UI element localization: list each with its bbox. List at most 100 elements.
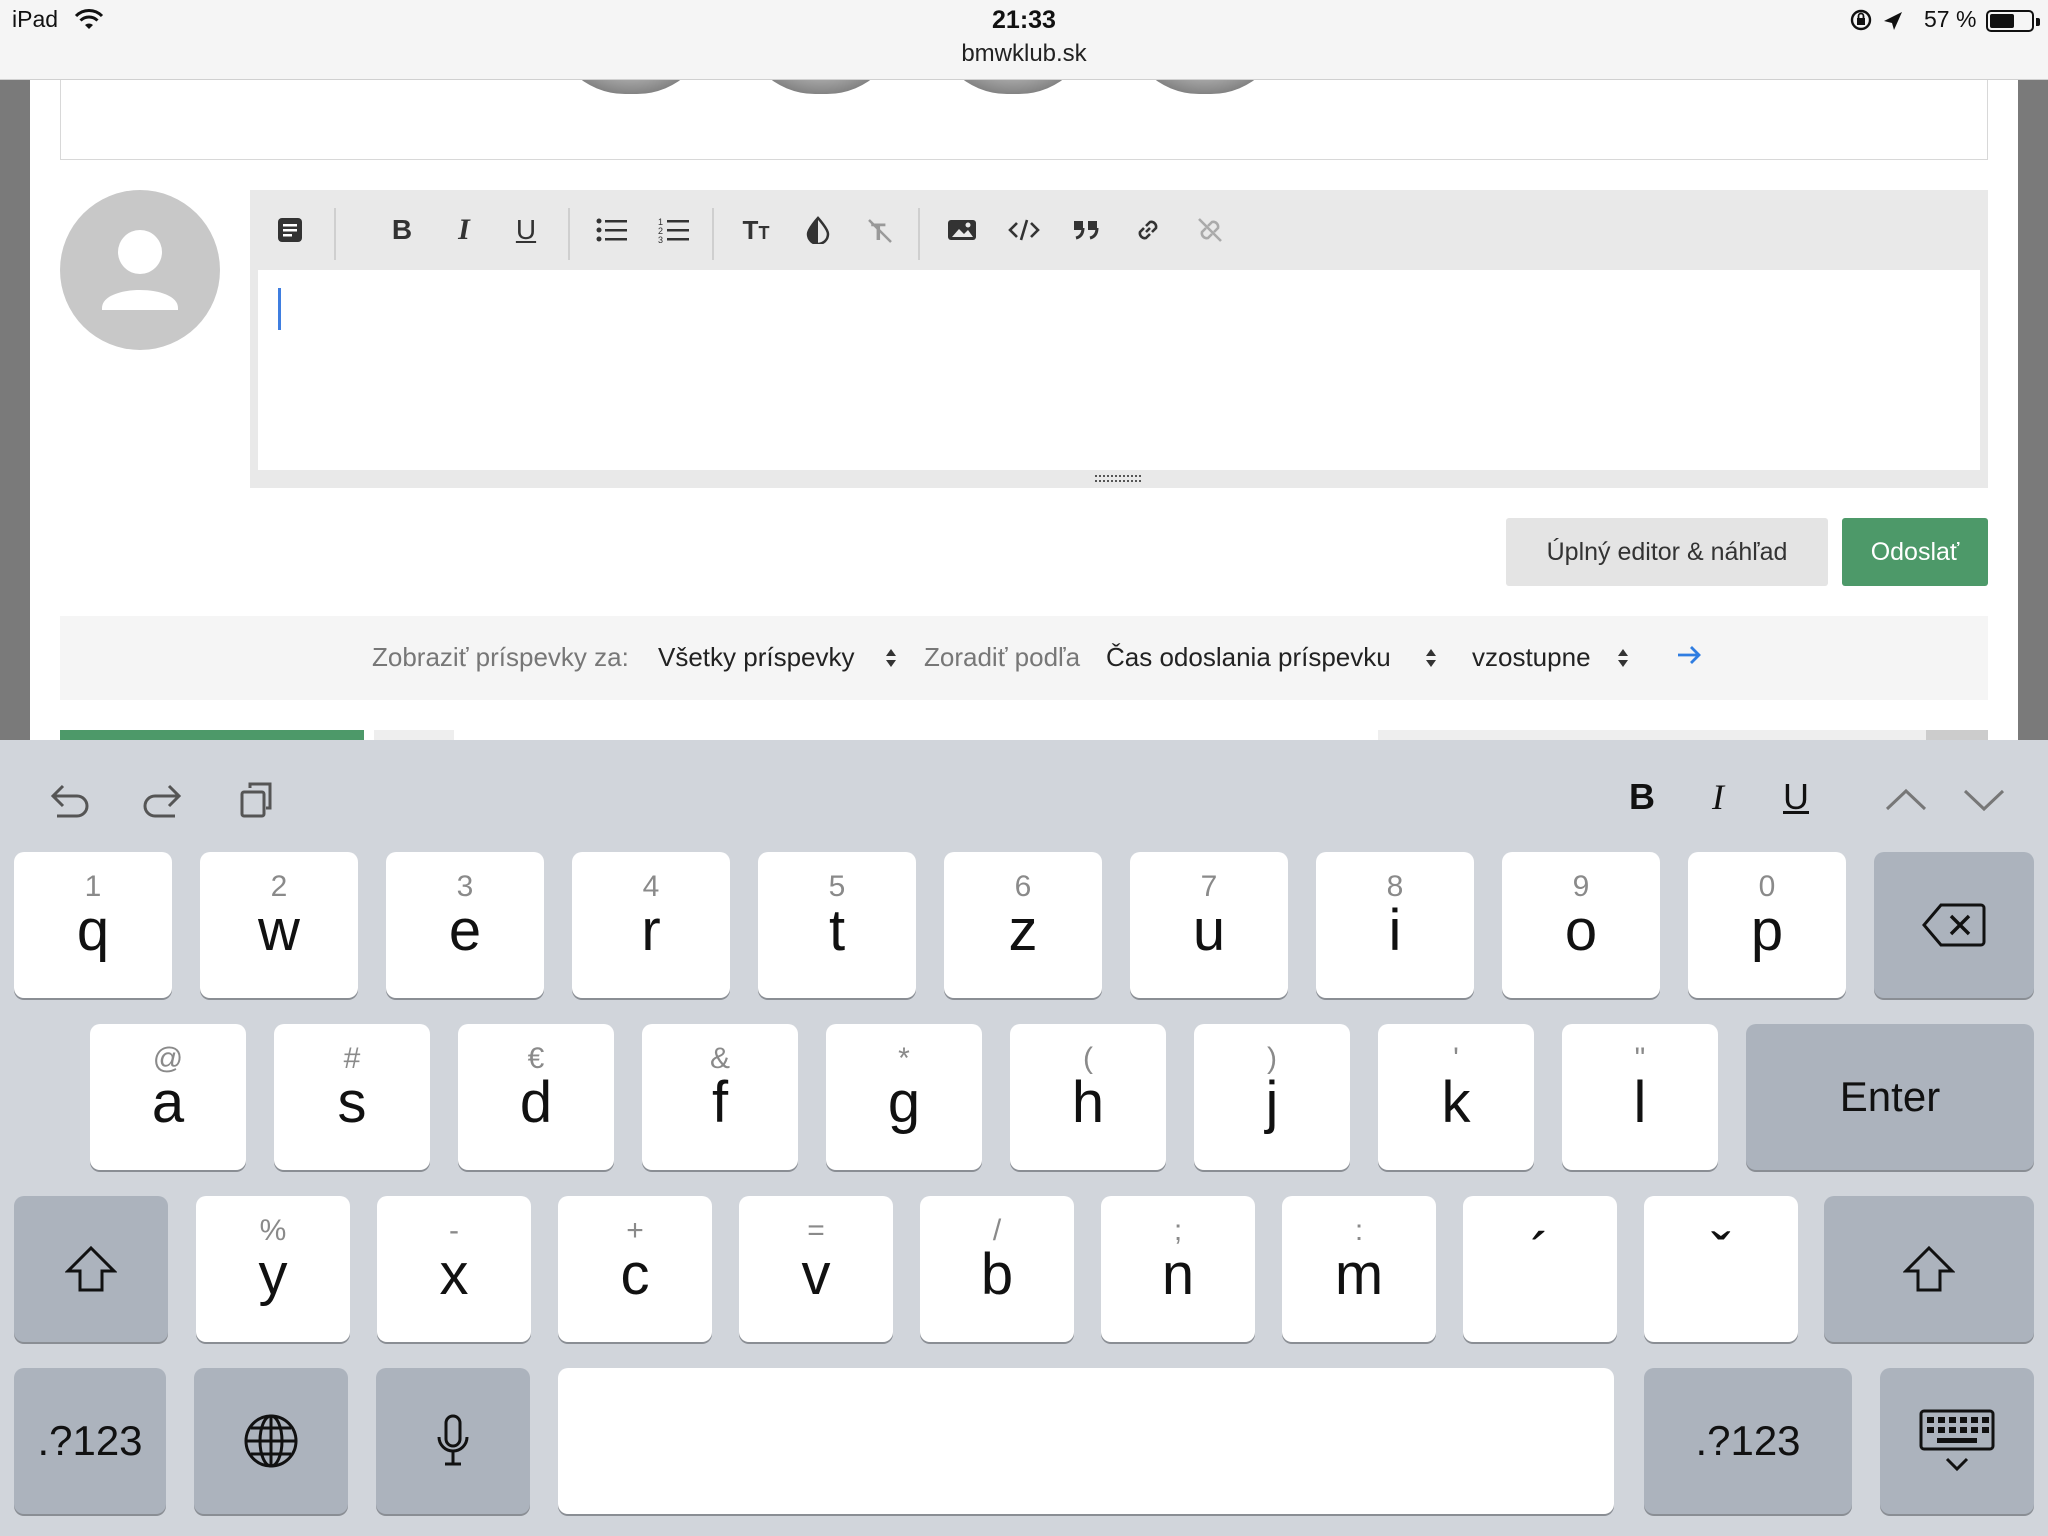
key-7[interactable]: ´ [1463, 1196, 1617, 1342]
paste-icon[interactable] [228, 772, 284, 828]
orientation-lock-icon [1850, 9, 1902, 31]
shift-key-left[interactable] [14, 1196, 168, 1342]
key-label: e [448, 898, 482, 963]
italic-icon[interactable]: I [442, 208, 486, 252]
key-4[interactable]: / b [920, 1196, 1074, 1342]
key-label: x [439, 1242, 469, 1307]
key-label: a [151, 1070, 185, 1135]
chevron-up-icon[interactable] [1878, 772, 1934, 828]
user-icon [102, 230, 178, 310]
gray-button-peek[interactable] [374, 730, 454, 740]
font-size-icon[interactable]: TT [734, 208, 778, 252]
key-6[interactable]: :m [1282, 1196, 1436, 1342]
enter-key-label: Enter [1839, 1073, 1941, 1120]
key-5[interactable]: ; n [1101, 1196, 1255, 1342]
key-8[interactable]: ˇ [1644, 1196, 1798, 1342]
message-textarea[interactable] [258, 270, 1980, 470]
toggle-bb-code-icon[interactable] [268, 208, 312, 252]
arrow-right-icon[interactable] [1674, 640, 1704, 670]
key-4[interactable]: * g [826, 1024, 982, 1170]
format-bold-button[interactable]: B [1620, 776, 1664, 818]
key-4[interactable]: 5t [758, 852, 916, 998]
send-button[interactable]: Odoslať [1842, 518, 1988, 586]
key-1[interactable]: # s [274, 1024, 430, 1170]
green-button-peek[interactable] [60, 730, 364, 740]
key-label: ´ [1530, 1222, 1550, 1287]
field-peek[interactable] [1378, 730, 1926, 740]
code-icon[interactable] [1002, 208, 1046, 252]
format-italic-button[interactable]: I [1696, 776, 1740, 818]
keyboard-row-1: 1q2w3e4r5t6z7u8i9o0p [0, 852, 2048, 998]
dictation-key[interactable] [376, 1368, 530, 1514]
numbers-key-left[interactable]: .?123 [14, 1368, 166, 1514]
key-8[interactable]: 9o [1502, 852, 1660, 998]
chevron-down-icon[interactable] [1956, 772, 2012, 828]
globe-key[interactable] [194, 1368, 348, 1514]
key-8[interactable]: " l [1562, 1024, 1718, 1170]
key-1[interactable]: 2w [200, 852, 358, 998]
resize-handle[interactable] [1095, 474, 1145, 484]
key-2[interactable]: + c [558, 1196, 712, 1342]
globe-icon [244, 1414, 298, 1468]
show-posts-label: Zobraziť príspevky za: [372, 642, 629, 672]
key-label: g [887, 1070, 921, 1135]
key-3[interactable]: & f [642, 1024, 798, 1170]
backspace-key[interactable] [1874, 852, 2034, 998]
key-0[interactable]: 1q [14, 852, 172, 998]
post-filter-bar: Zobraziť príspevky za: Všetky príspevky … [60, 616, 1988, 700]
avatar [60, 190, 220, 350]
insert-image-icon[interactable] [940, 208, 984, 252]
full-editor-preview-button[interactable]: Úplný editor & náhľad [1506, 518, 1828, 586]
numbered-list-icon[interactable]: 123 [652, 208, 696, 252]
remove-format-icon[interactable]: T [858, 208, 902, 252]
key-7[interactable]: 8i [1316, 852, 1474, 998]
key-2[interactable]: € d [458, 1024, 614, 1170]
status-bar: iPad 21:33 bmwklub.sk 57 % [0, 0, 2048, 80]
sort-by-label: Zoradiť podľa [924, 642, 1081, 672]
shift-icon [65, 1245, 117, 1292]
bold-icon[interactable]: B [380, 208, 424, 252]
key-label: k [1441, 1070, 1471, 1135]
key-6[interactable]: ) j [1194, 1024, 1350, 1170]
space-key[interactable] [558, 1368, 1614, 1514]
key-label: p [1750, 898, 1784, 963]
key-0[interactable]: % y [196, 1196, 350, 1342]
backspace-icon [1922, 903, 1986, 947]
format-underline-button[interactable]: U [1774, 776, 1818, 818]
key-9[interactable]: 0p [1688, 852, 1846, 998]
numbers-key-label: .?123 [37, 1417, 143, 1464]
text-color-icon[interactable] [796, 208, 840, 252]
key-label: j [1265, 1070, 1279, 1135]
quote-icon[interactable] [1064, 208, 1108, 252]
microphone-icon [437, 1414, 469, 1466]
location-icon [1884, 12, 1902, 30]
enter-key[interactable]: Enter [1746, 1024, 2034, 1170]
address-url[interactable]: bmwklub.sk [0, 40, 2048, 68]
shift-key-right[interactable] [1824, 1196, 2034, 1342]
key-5[interactable]: (h [1010, 1024, 1166, 1170]
key-1[interactable]: -x [377, 1196, 531, 1342]
key-label: c [620, 1242, 650, 1307]
link-icon[interactable] [1126, 208, 1170, 252]
button-peek[interactable] [1926, 730, 1988, 740]
key-2[interactable]: 3e [386, 852, 544, 998]
redo-icon[interactable] [134, 772, 190, 828]
undo-icon[interactable] [42, 772, 98, 828]
key-0[interactable]: @ a [90, 1024, 246, 1170]
bullet-list-icon[interactable] [590, 208, 634, 252]
order-select[interactable]: vzostupne [1472, 642, 1591, 673]
unlink-icon[interactable] [1188, 208, 1232, 252]
numbers-key-right[interactable]: .?123 [1644, 1368, 1852, 1514]
hide-keyboard-key[interactable] [1880, 1368, 2034, 1514]
sort-by-select[interactable]: Čas odoslania príspevku [1106, 642, 1391, 673]
key-5[interactable]: 6z [944, 852, 1102, 998]
key-label: d [519, 1070, 553, 1135]
reply-editor: B I U 123 TT T [250, 190, 1988, 488]
key-7[interactable]: ' k [1378, 1024, 1534, 1170]
underline-icon[interactable]: U [504, 208, 548, 252]
key-3[interactable]: 4r [572, 852, 730, 998]
key-3[interactable]: = v [739, 1196, 893, 1342]
editor-toolbar: B I U 123 TT T [250, 190, 1988, 270]
key-6[interactable]: 7u [1130, 852, 1288, 998]
show-posts-select[interactable]: Všetky príspevky [658, 642, 855, 673]
